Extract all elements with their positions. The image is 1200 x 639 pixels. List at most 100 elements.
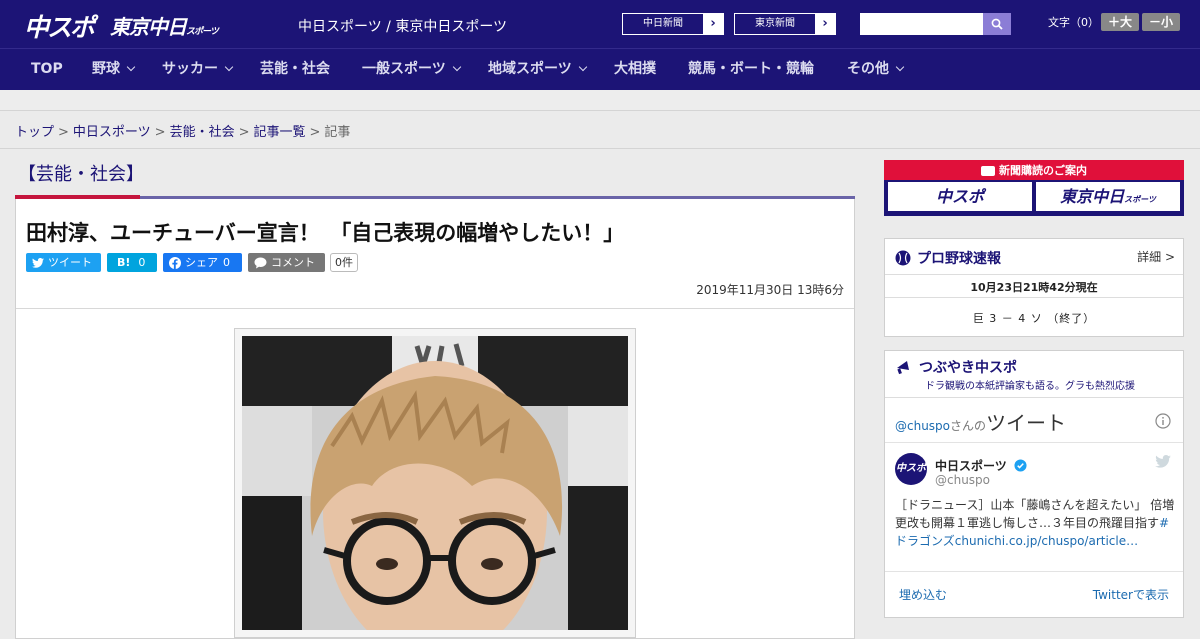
card-divider xyxy=(885,442,1183,443)
search-icon xyxy=(991,18,1003,30)
font-size-decrease-button[interactable]: －小 xyxy=(1142,13,1180,31)
chevron-down-icon xyxy=(452,62,461,72)
comment-label: コメント xyxy=(271,256,315,269)
baseball-icon xyxy=(895,250,911,266)
tweet-account-name: 中日スポーツ xyxy=(935,459,1007,473)
breadcrumb-top[interactable]: トップ xyxy=(15,125,54,140)
hatena-count: 0 xyxy=(138,256,146,269)
chunichi-shimbun-label: 中日新聞 xyxy=(643,18,683,29)
subscribe-tokyo-chunichi-label: 東京中日 xyxy=(1060,187,1125,206)
tweet-account[interactable]: 中日スポーツ xyxy=(935,455,1027,474)
search-button[interactable] xyxy=(983,13,1011,35)
tokyo-chunichi-logo-small: スポーツ xyxy=(186,27,219,37)
nav-item-label: 一般スポーツ xyxy=(362,61,446,77)
chevron-right-icon: › xyxy=(815,14,835,34)
nav-item-label: 地域スポーツ xyxy=(488,61,572,77)
comment-button[interactable]: コメント xyxy=(248,253,325,272)
tokyo-shimbun-link[interactable]: 東京新聞 › xyxy=(734,13,836,35)
font-size-increase-button[interactable]: ＋大 xyxy=(1101,13,1139,31)
twitter-icon xyxy=(32,257,44,268)
tsubuyaki-header: つぶやき中スポ xyxy=(895,357,1017,377)
subscribe-chuspo-button[interactable]: 中スポ xyxy=(888,182,1032,211)
breadcrumb-separator: > xyxy=(238,125,250,140)
nav-item-label: 大相撲 xyxy=(614,61,656,77)
chevron-down-icon xyxy=(126,62,136,72)
nav-item-soccer[interactable]: サッカー xyxy=(162,48,234,90)
sub-bar xyxy=(0,90,1200,111)
twitter-header-tweet: ツイート xyxy=(986,411,1067,435)
facebook-share-count: 0 xyxy=(223,256,230,269)
tweet-label: ツイート xyxy=(48,256,92,269)
nav-item-racing[interactable]: 競馬・ボート・競輪 xyxy=(688,48,814,90)
breadcrumb-separator: > xyxy=(309,125,321,140)
chevron-down-icon xyxy=(895,62,905,72)
embed-link[interactable]: 埋め込む xyxy=(899,586,947,603)
article-date: 2019年11月30日 13時6分 xyxy=(696,283,844,297)
article-photo[interactable] xyxy=(242,336,628,630)
breadcrumb-article-list[interactable]: 記事一覧 xyxy=(254,125,306,140)
nav-item-baseball[interactable]: 野球 xyxy=(92,48,136,90)
nav-item-local-sports[interactable]: 地域スポーツ xyxy=(488,48,587,90)
search-input[interactable] xyxy=(860,13,983,35)
nav-item-sumo[interactable]: 大相撲 xyxy=(614,48,656,90)
subscribe-tokyo-chunichi-small: スポーツ xyxy=(1124,195,1156,204)
header-divider xyxy=(16,308,854,309)
info-icon[interactable] xyxy=(1155,413,1171,429)
category-title: 【芸能・社会】 xyxy=(18,164,144,185)
nav-item-label: 野球 xyxy=(92,61,120,77)
hatena-bookmark-button[interactable]: B! 0 xyxy=(107,253,157,272)
tokyo-shimbun-label: 東京新聞 xyxy=(755,18,795,29)
subscribe-tokyo-chunichi-button[interactable]: 東京中日スポーツ xyxy=(1036,182,1180,211)
tokyo-chunichi-logo[interactable]: 東京中日スポーツ xyxy=(110,11,219,40)
nav-item-other[interactable]: その他 xyxy=(847,48,905,90)
tweet-link[interactable]: chunichi.co.jp/chuspo/article… xyxy=(955,534,1138,548)
hatena-icon: B! xyxy=(117,256,131,269)
portrait-image xyxy=(242,336,628,630)
facebook-icon xyxy=(169,256,181,269)
twitter-bird-icon[interactable] xyxy=(1155,455,1171,468)
card-divider xyxy=(885,297,1183,298)
breadcrumb: トップ > 中日スポーツ > 芸能・社会 > 記事一覧 > 記事 xyxy=(15,121,350,140)
tsubuyaki-subtitle: ドラ観戦の本紙評論家も語る。グラも熱烈応援 xyxy=(925,381,1135,392)
card-divider xyxy=(885,397,1183,398)
tweet-button[interactable]: ツイート xyxy=(26,253,101,272)
twitter-header-handle[interactable]: @chuspo xyxy=(895,419,950,433)
card-divider xyxy=(885,274,1183,275)
nav-item-top[interactable]: TOP xyxy=(31,48,63,90)
breadcrumb-chunichi-sports[interactable]: 中日スポーツ xyxy=(73,125,151,140)
avatar[interactable]: 中スポ xyxy=(895,453,927,485)
baseball-detail-link[interactable]: 詳細 > xyxy=(1137,248,1175,265)
tweet-text: ［ドラニュース］山本「藤嶋さんを超えたい」 倍増更改も開幕１軍逃し悔しさ…３年目… xyxy=(895,496,1175,550)
breadcrumb-entertainment[interactable]: 芸能・社会 xyxy=(170,125,235,140)
twitter-header-san: さんの xyxy=(950,419,987,433)
speech-bubble-icon xyxy=(254,257,267,268)
baseball-timestamp: 10月23日21時42分現在 xyxy=(970,281,1098,294)
nav-item-label: サッカー xyxy=(162,61,218,77)
nav-item-entertainment[interactable]: 芸能・社会 xyxy=(260,48,330,90)
nav-item-general-sports[interactable]: 一般スポーツ xyxy=(362,48,461,90)
verified-badge-icon xyxy=(1014,459,1027,472)
twitter-timeline-header: @chuspoさんのツイート xyxy=(895,407,1066,436)
chevron-down-icon xyxy=(578,62,587,72)
view-on-twitter-link[interactable]: Twitterで表示 xyxy=(1093,586,1169,603)
chevron-right-icon: › xyxy=(703,14,723,34)
facebook-share-button[interactable]: シェア 0 xyxy=(163,253,242,272)
nav-item-label: 芸能・社会 xyxy=(260,61,330,77)
tokyo-chunichi-logo-text: 東京中日 xyxy=(110,15,187,39)
article-headline: 田村淳、ユーチューバー宣言！ 「自己表現の幅増やしたい！」 xyxy=(26,221,625,245)
baseball-scores-card: プロ野球速報 詳細 > 10月23日21時42分現在 巨 3 － 4 ソ （終了… xyxy=(884,238,1184,337)
chunichi-shimbun-link[interactable]: 中日新聞 › xyxy=(622,13,724,35)
site-name: 中日スポーツ / 東京中日スポーツ xyxy=(298,19,508,35)
baseball-score[interactable]: 巨 3 － 4 ソ （終了） xyxy=(885,310,1183,326)
chuspo-logo[interactable]: 中スポ xyxy=(24,8,95,44)
breadcrumb-separator: > xyxy=(58,125,69,140)
tweet-account-handle: @chuspo xyxy=(935,473,991,487)
subscription-title-text: 新聞購読のご案内 xyxy=(999,164,1087,177)
nav-item-label: TOP xyxy=(31,61,63,77)
tsubuyaki-title: つぶやき中スポ xyxy=(919,360,1017,376)
baseball-header: プロ野球速報 xyxy=(895,248,1001,268)
card-divider xyxy=(885,571,1183,572)
breadcrumb-current: 記事 xyxy=(324,125,351,140)
nav-item-label: 競馬・ボート・競輪 xyxy=(688,61,814,77)
chevron-down-icon xyxy=(224,62,234,72)
